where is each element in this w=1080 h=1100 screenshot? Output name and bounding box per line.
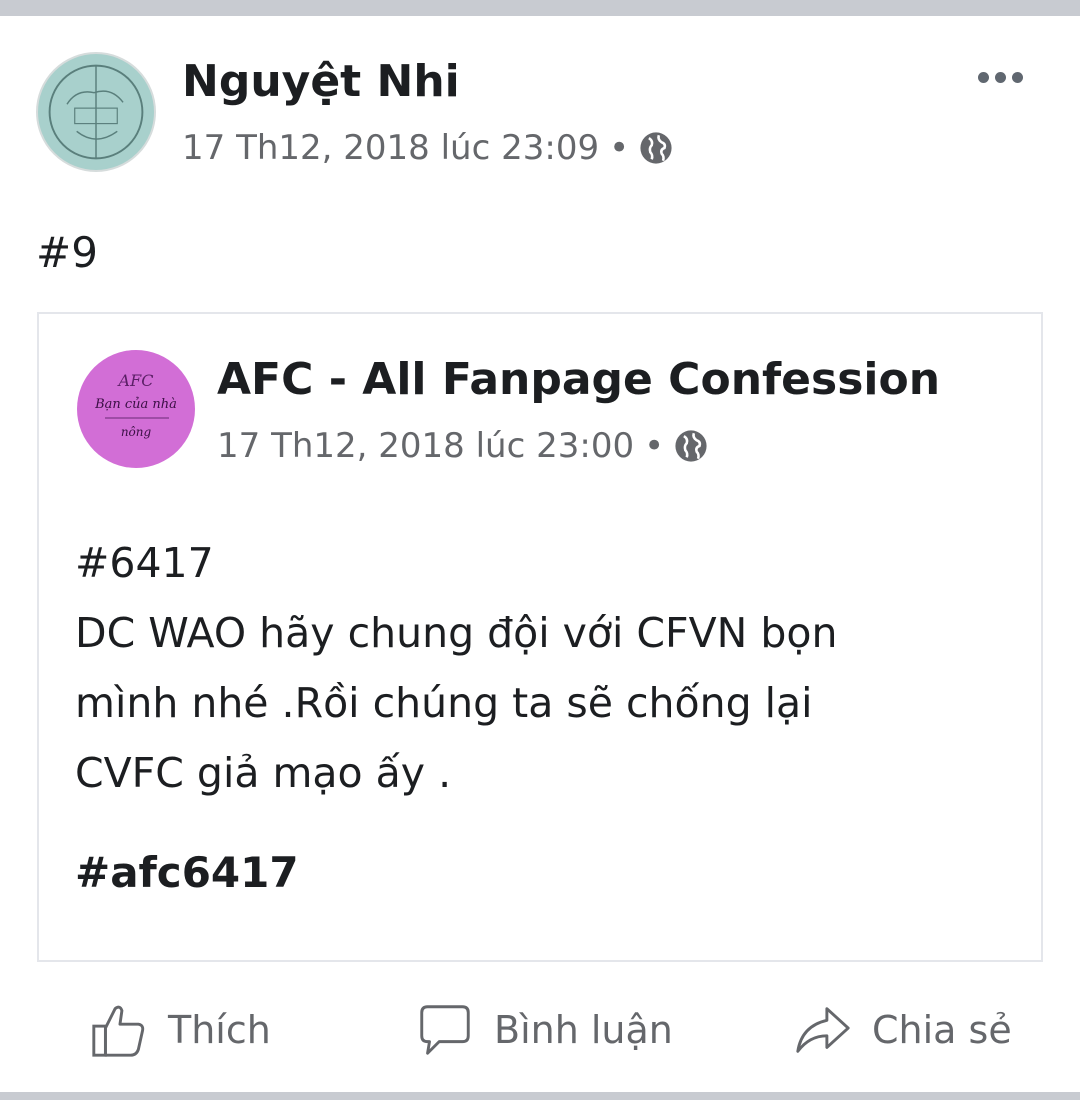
shared-post[interactable]: AFC Bạn của nhà nông AFC - All Fanpage C… bbox=[37, 312, 1043, 962]
shared-text-line: CVFC giả mạo ấy . bbox=[75, 749, 452, 797]
more-dot bbox=[978, 72, 989, 83]
globe-icon[interactable] bbox=[674, 429, 708, 463]
avatar-text-afc: AFC bbox=[117, 371, 154, 390]
thumbs-up-icon bbox=[92, 1005, 145, 1057]
post-text: #9 bbox=[36, 228, 98, 277]
shared-meta: 17 Th12, 2018 lúc 23:00 • bbox=[217, 426, 708, 466]
meta-separator: • bbox=[644, 426, 665, 466]
like-button[interactable]: Thích bbox=[88, 990, 271, 1070]
more-dot bbox=[1012, 72, 1023, 83]
author-avatar[interactable] bbox=[36, 52, 156, 172]
post-timestamp[interactable]: 17 Th12, 2018 lúc 23:09 bbox=[182, 128, 599, 168]
post-meta: 17 Th12, 2018 lúc 23:09 • bbox=[182, 128, 673, 168]
page-avatar[interactable]: AFC Bạn của nhà nông bbox=[77, 350, 195, 468]
hashtag-link[interactable]: #afc6417 bbox=[75, 848, 299, 897]
page-avatar-image: AFC Bạn của nhà nông bbox=[94, 371, 177, 439]
more-options-icon[interactable] bbox=[972, 56, 1028, 96]
globe-icon[interactable] bbox=[639, 131, 673, 165]
shared-post-text: #6417 DC WAO hãy chung đội với CFVN bọn … bbox=[75, 528, 1005, 808]
comment-icon bbox=[420, 1005, 470, 1055]
shared-timestamp[interactable]: 17 Th12, 2018 lúc 23:00 bbox=[217, 426, 634, 466]
like-label: Thích bbox=[168, 1008, 271, 1052]
comment-button[interactable]: Bình luận bbox=[414, 990, 673, 1070]
author-avatar-image bbox=[48, 64, 144, 160]
meta-separator: • bbox=[609, 128, 630, 168]
share-arrow-icon bbox=[796, 1007, 850, 1053]
share-label: Chia sẻ bbox=[872, 1008, 1012, 1052]
comment-label: Bình luận bbox=[494, 1008, 673, 1052]
shared-text-line: DC WAO hãy chung đội với CFVN bọn bbox=[75, 609, 838, 657]
bottom-divider bbox=[0, 1092, 1080, 1100]
action-bar: Thích Bình luận Chia sẻ bbox=[0, 990, 1080, 1070]
share-button[interactable]: Chia sẻ bbox=[792, 990, 1012, 1070]
shared-text-line: #6417 bbox=[75, 539, 214, 587]
author-name[interactable]: Nguyệt Nhi bbox=[182, 56, 460, 107]
top-divider bbox=[0, 0, 1080, 16]
avatar-text-main: Bạn của nhà bbox=[94, 397, 177, 412]
more-dot bbox=[995, 72, 1006, 83]
avatar-text-sub: nông bbox=[121, 425, 152, 439]
shared-text-line: mình nhé .Rồi chúng ta sẽ chống lại bbox=[75, 679, 813, 727]
page-name[interactable]: AFC - All Fanpage Confession bbox=[217, 354, 940, 405]
